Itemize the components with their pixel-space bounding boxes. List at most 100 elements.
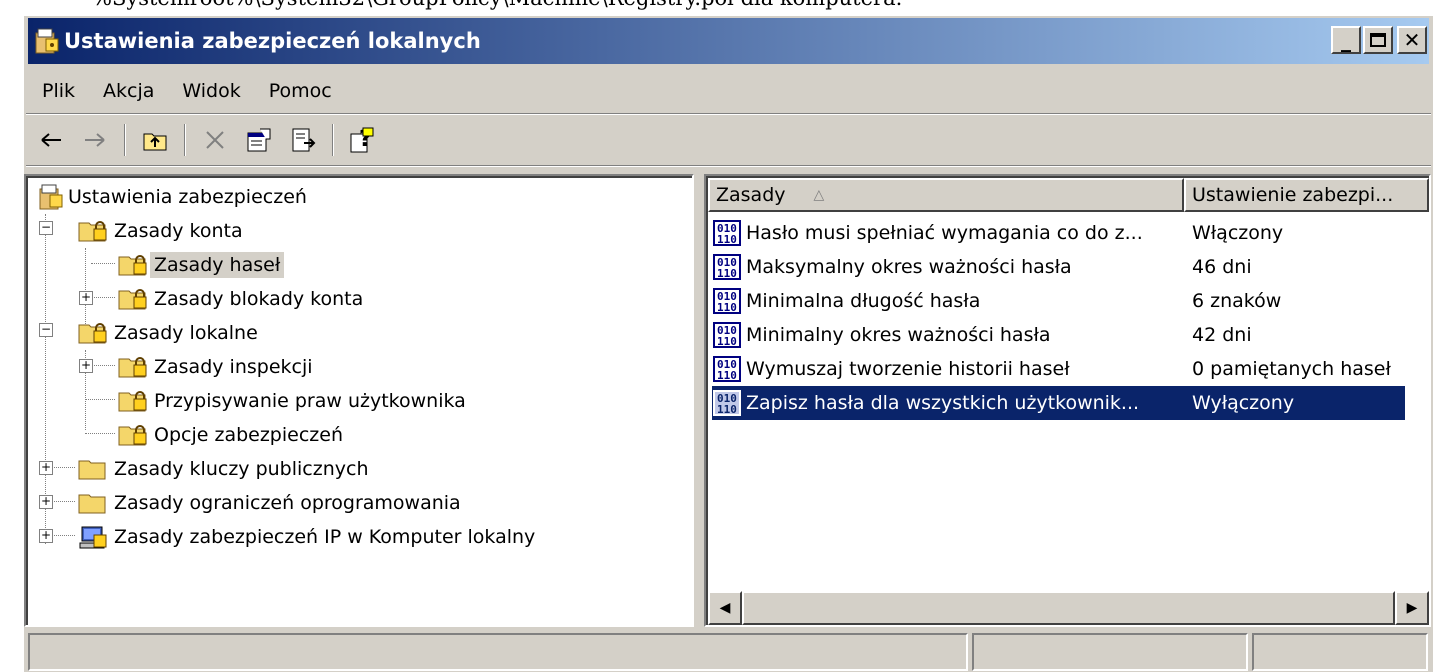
tree-node-label: Zasady ograniczeń oprogramowania xyxy=(114,492,461,514)
expand-toggle[interactable]: + xyxy=(79,291,93,305)
folder-lock-icon xyxy=(78,323,107,344)
tree-node-zasady-hasel[interactable]: Zasady haseł xyxy=(118,248,285,282)
tree-node-zasady-konta[interactable]: Zasady konta xyxy=(78,214,247,248)
tree-line xyxy=(85,433,115,434)
tree-line xyxy=(91,263,115,264)
tree-node-label: Ustawienia zabezpieczeń xyxy=(68,186,307,208)
menu-bar: Plik Akcja Widok Pomoc xyxy=(28,71,346,111)
menu-pomoc[interactable]: Pomoc xyxy=(255,80,346,102)
policy-name: Hasło musi spełniać wymagania co do z... xyxy=(746,222,1143,244)
up-one-level-button[interactable] xyxy=(136,121,174,159)
list-item[interactable]: 010 110 Wymuszaj tworzenie historii haseł … xyxy=(712,352,1405,386)
folder-lock-icon xyxy=(78,221,107,242)
collapse-toggle[interactable]: − xyxy=(39,323,53,337)
properties-icon xyxy=(247,128,271,152)
expand-toggle[interactable]: + xyxy=(79,359,93,373)
status-panel-2 xyxy=(972,633,1248,671)
close-button[interactable]: ✕ xyxy=(1397,26,1427,54)
maximize-button[interactable] xyxy=(1363,26,1393,54)
tree-node-root[interactable]: Ustawienia zabezpieczeń xyxy=(38,180,311,214)
folder-lock-icon xyxy=(118,391,147,412)
window-title: Ustawienia zabezpieczeń lokalnych xyxy=(64,29,481,53)
column-header-label: Ustawienie zabezpi... xyxy=(1192,184,1394,206)
toolbar-separator-line xyxy=(26,165,1431,167)
tree-node-zasady-lokalne[interactable]: Zasady lokalne xyxy=(78,316,262,350)
forward-button[interactable] xyxy=(76,121,114,159)
column-header-ustawienie[interactable]: Ustawienie zabezpi... xyxy=(1184,178,1429,212)
scroll-left-button[interactable]: ◀ xyxy=(708,591,742,625)
ip-security-icon xyxy=(79,526,107,549)
tree-node-label: Zasady inspekcji xyxy=(154,356,313,378)
tree-node-przypisywanie-praw[interactable]: Przypisywanie praw użytkownika xyxy=(118,384,470,418)
folder-lock-icon xyxy=(118,425,147,446)
tree-node-label: Zasady zabezpieczeń IP w Komputer lokaln… xyxy=(114,526,536,548)
policy-setting: 6 znaków xyxy=(1192,290,1282,312)
policy-icon: 010110 xyxy=(713,220,741,246)
scroll-right-button[interactable]: ▶ xyxy=(1395,591,1429,625)
list-item[interactable]: 010 110 Minimalna długość hasła 6 znaków xyxy=(712,284,1405,318)
toolbar-separator xyxy=(124,124,126,156)
policy-icon: 010110 xyxy=(713,322,741,348)
folder-icon xyxy=(78,460,106,480)
policy-name: Wymuszaj tworzenie historii haseł xyxy=(746,358,1070,380)
expand-toggle[interactable]: + xyxy=(39,529,53,543)
tree-line xyxy=(51,467,75,468)
menu-widok[interactable]: Widok xyxy=(168,80,254,102)
status-panel-main xyxy=(28,633,968,671)
scrollbar-thumb[interactable] xyxy=(742,591,1395,625)
delete-icon xyxy=(206,131,224,149)
tree-line xyxy=(51,535,75,536)
policy-setting: 0 pamiętanych haseł xyxy=(1192,358,1391,380)
expand-toggle[interactable]: + xyxy=(39,461,53,475)
svg-text:110: 110 xyxy=(717,301,737,314)
toolbar: ? xyxy=(32,118,382,162)
svg-text:110: 110 xyxy=(717,403,737,416)
tree-line xyxy=(91,297,115,298)
up-folder-icon xyxy=(143,133,167,151)
export-list-button[interactable] xyxy=(284,121,322,159)
list-item[interactable]: 010 110 Minimalny okres ważności hasła 42 … xyxy=(712,318,1405,352)
tree-node-zasady-kluczy-publicznych[interactable]: Zasady kluczy publicznych xyxy=(78,452,373,486)
tree-line xyxy=(85,399,115,400)
menu-plik[interactable]: Plik xyxy=(28,80,89,102)
column-header-label: Zasady xyxy=(716,184,786,206)
tree-node-label: Zasady kluczy publicznych xyxy=(114,458,369,480)
tree-node-label: Zasady haseł xyxy=(150,252,285,278)
svg-text:110: 110 xyxy=(717,335,737,348)
list-item[interactable]: 010 110 Maksymalny okres ważności hasła 46… xyxy=(712,250,1405,284)
expand-toggle[interactable]: + xyxy=(39,495,53,509)
column-header-zasady[interactable]: Zasady △ xyxy=(708,178,1184,212)
maximize-icon xyxy=(1370,33,1386,47)
policy-name: Minimalna długość hasła xyxy=(746,290,981,312)
sort-ascending-icon: △ xyxy=(813,187,825,203)
title-bar[interactable]: Ustawienia zabezpieczeń lokalnych _ ✕ xyxy=(28,18,1429,64)
policy-icon: 010110 xyxy=(713,254,741,280)
forward-arrow-icon xyxy=(85,133,105,147)
background-document-text: %Systemroot%\System32\GroupPolicy\Machin… xyxy=(0,0,1435,10)
list-item-selected[interactable]: 010 110 Zapisz hasła dla wszystkich użytko… xyxy=(712,386,1405,420)
menu-akcja[interactable]: Akcja xyxy=(89,80,168,102)
toolbar-separator xyxy=(332,124,334,156)
back-button[interactable] xyxy=(32,121,70,159)
tree-node-zasady-inspekcji[interactable]: Zasady inspekcji xyxy=(118,350,317,384)
policy-setting: 42 dni xyxy=(1192,324,1252,346)
horizontal-scrollbar[interactable]: ◀ ▶ xyxy=(708,591,1429,625)
policy-icon: 010110 xyxy=(713,356,741,382)
tree-node-zasady-blokady-konta[interactable]: Zasady blokady konta xyxy=(118,282,367,316)
security-settings-icon xyxy=(35,28,59,54)
policy-name: Maksymalny okres ważności hasła xyxy=(746,256,1072,278)
delete-button[interactable] xyxy=(196,121,234,159)
properties-button[interactable] xyxy=(240,121,278,159)
minimize-button[interactable]: _ xyxy=(1331,26,1361,54)
help-button[interactable]: ? xyxy=(344,121,382,159)
tree-line xyxy=(91,365,115,366)
tree-node-zasady-ograniczen[interactable]: Zasady ograniczeń oprogramowania xyxy=(78,486,465,520)
window-controls: _ ✕ xyxy=(1331,26,1427,56)
list-pane: Zasady △ Ustawienie zabezpi... 010 110 Has… xyxy=(704,174,1431,627)
collapse-toggle[interactable]: − xyxy=(39,221,53,235)
svg-text:110: 110 xyxy=(717,267,737,280)
close-icon: ✕ xyxy=(1403,28,1421,52)
tree-node-zasady-ip[interactable]: Zasady zabezpieczeń IP w Komputer lokaln… xyxy=(78,520,539,554)
list-item[interactable]: 010 110 Hasło musi spełniać wymagania co d… xyxy=(712,216,1405,250)
tree-node-opcje-zabezpieczen[interactable]: Opcje zabezpieczeń xyxy=(118,418,347,452)
